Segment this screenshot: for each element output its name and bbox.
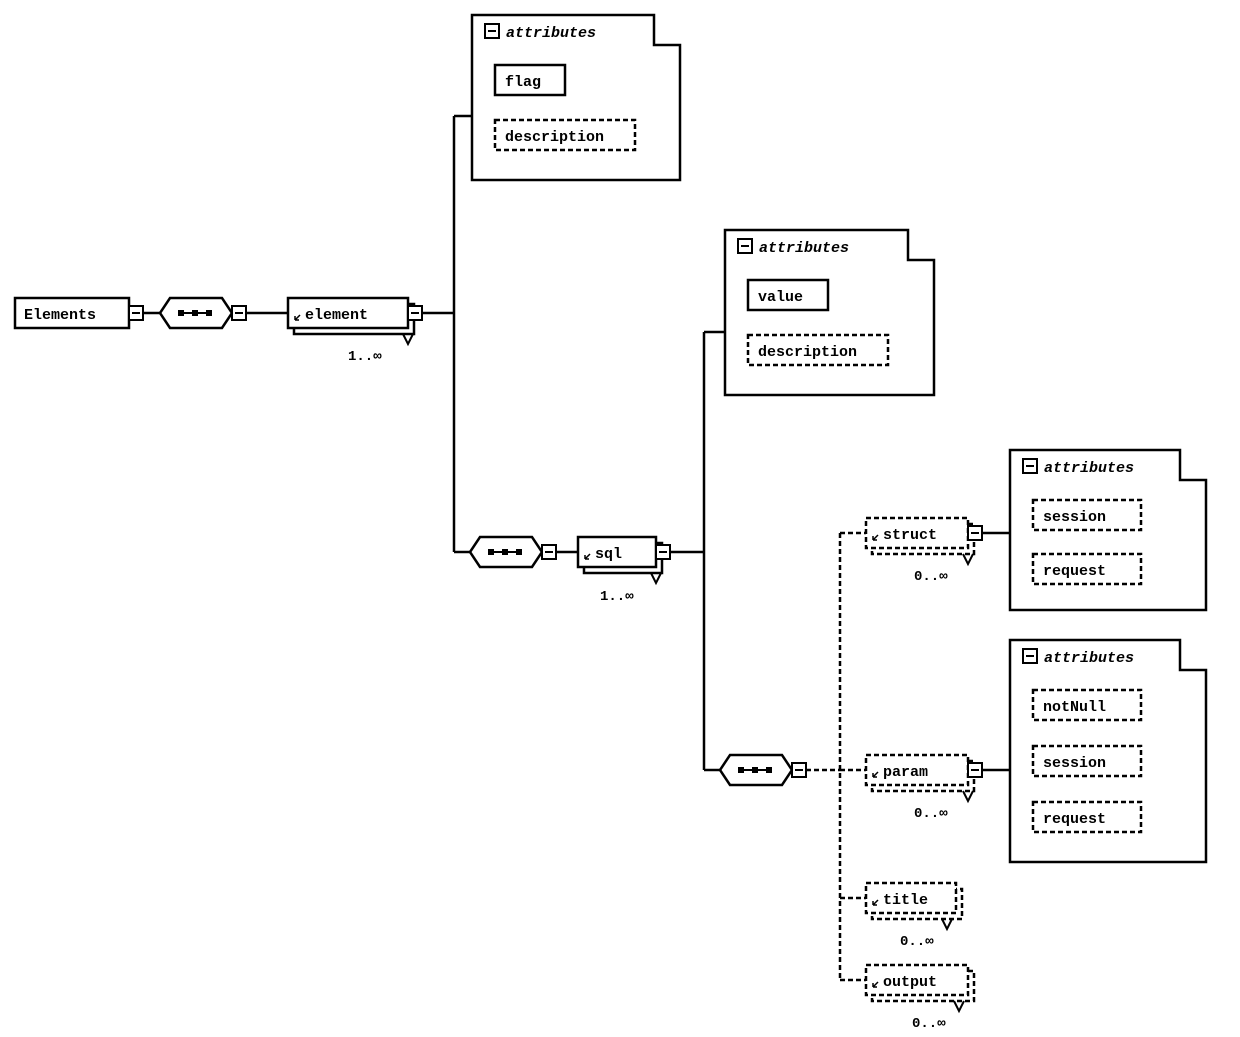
attr-param-notnull: notNull <box>1043 699 1106 716</box>
attr-struct-session: session <box>1043 509 1106 526</box>
node-element-label: element <box>305 307 368 324</box>
node-title-label: title <box>883 892 928 909</box>
attributes-element-title: attributes <box>506 25 596 42</box>
node-param-label: param <box>883 764 928 781</box>
attributes-sql-title: attributes <box>759 240 849 257</box>
node-elements-label: Elements <box>24 307 96 324</box>
node-elements: Elements <box>15 298 143 328</box>
sequence-connector-2 <box>470 537 556 567</box>
node-param: param 0..∞ <box>866 755 982 822</box>
attributes-box-element: attributes flag description <box>472 15 680 180</box>
node-title: title 0..∞ <box>866 883 962 950</box>
attr-struct-request: request <box>1043 563 1106 580</box>
node-output-label: output <box>883 974 937 991</box>
attributes-box-sql: attributes value description <box>725 230 934 395</box>
attr-param-request: request <box>1043 811 1106 828</box>
sequence-connector-1 <box>160 298 246 328</box>
cardinality-output: 0..∞ <box>912 1016 946 1032</box>
attr-sql-description: description <box>758 344 857 361</box>
attr-element-flag: flag <box>505 74 541 91</box>
cardinality-param: 0..∞ <box>914 806 948 822</box>
node-sql: sql 1..∞ <box>578 537 670 605</box>
cardinality-sql: 1..∞ <box>600 589 634 605</box>
node-struct: struct 0..∞ <box>866 518 982 585</box>
node-output: output 0..∞ <box>866 965 974 1032</box>
node-sql-label: sql <box>595 546 622 563</box>
sequence-connector-3 <box>720 755 806 785</box>
attr-element-description: description <box>505 129 604 146</box>
node-struct-label: struct <box>883 527 937 544</box>
attributes-struct-title: attributes <box>1044 460 1134 477</box>
cardinality-title: 0..∞ <box>900 934 934 950</box>
attr-param-session: session <box>1043 755 1106 772</box>
attributes-box-struct: attributes session request <box>1010 450 1206 610</box>
attributes-param-title: attributes <box>1044 650 1134 667</box>
cardinality-element: 1..∞ <box>348 349 382 365</box>
node-element: element 1..∞ <box>288 298 422 365</box>
cardinality-struct: 0..∞ <box>914 569 948 585</box>
schema-diagram: Elements element 1..∞ <box>0 0 1240 1037</box>
attributes-box-param: attributes notNull session request <box>1010 640 1206 862</box>
attr-sql-value: value <box>758 289 803 306</box>
